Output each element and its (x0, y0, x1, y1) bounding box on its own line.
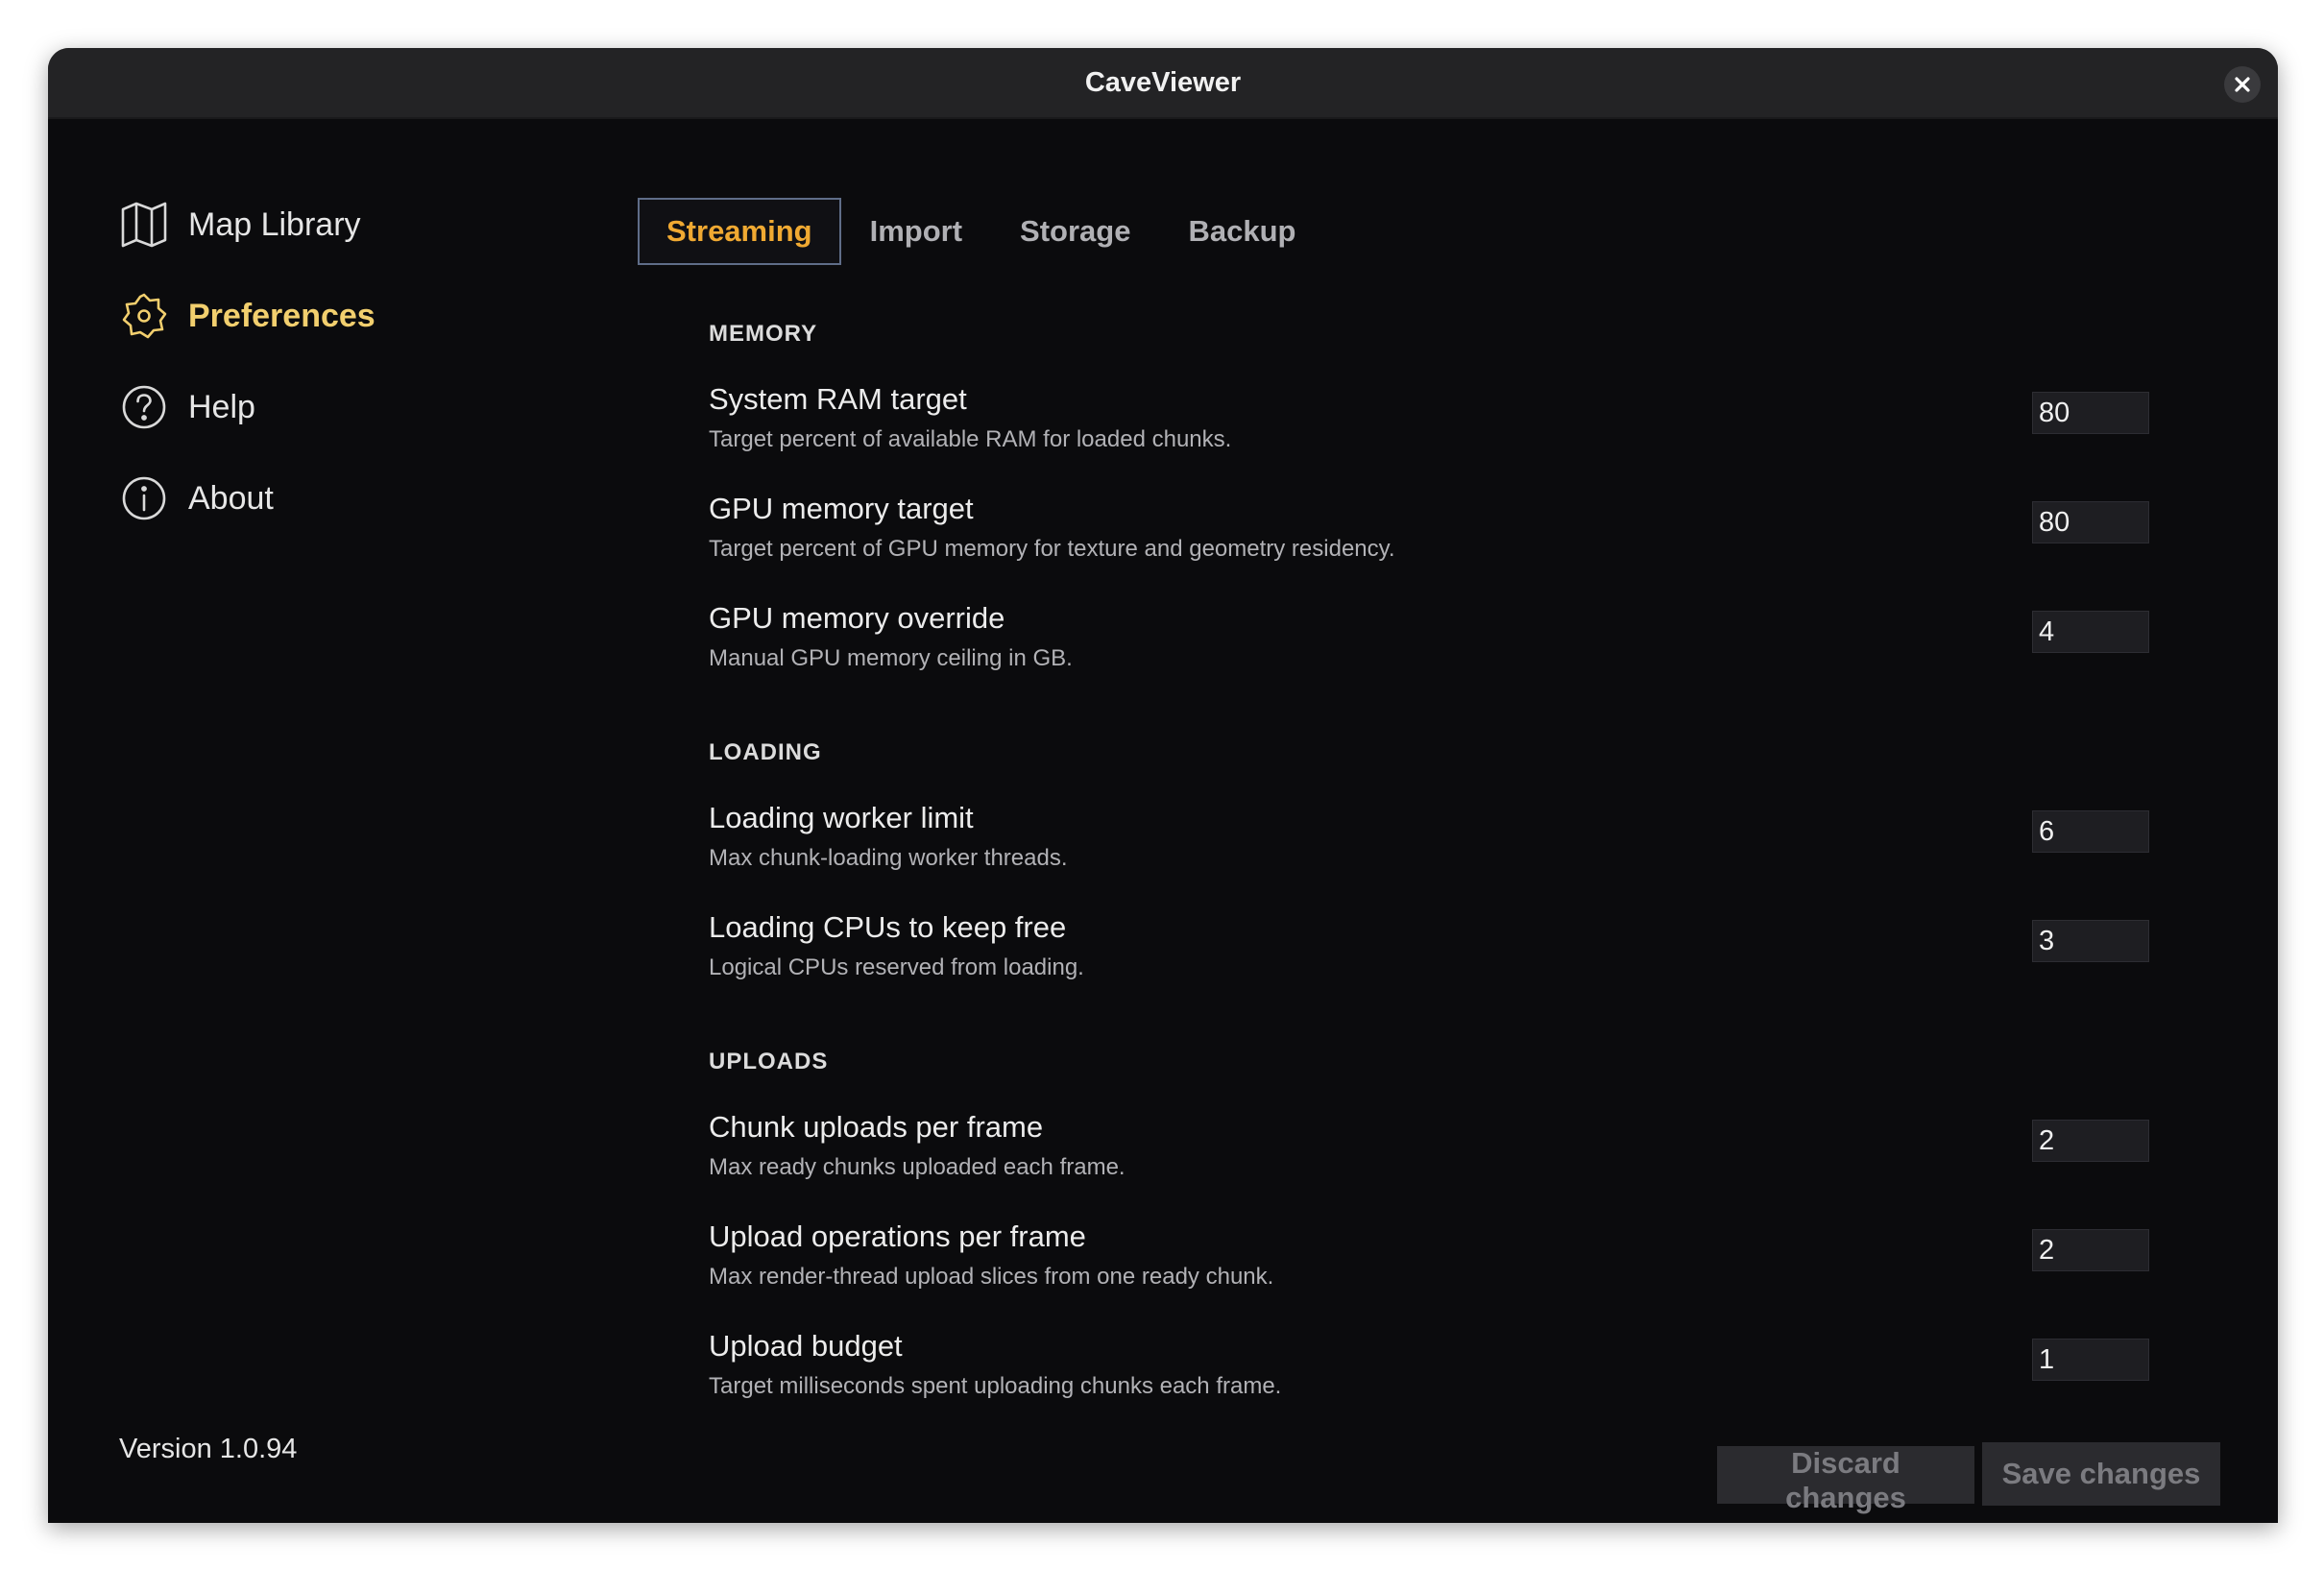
version-label: Version 1.0.94 (119, 1434, 298, 1464)
close-icon (2235, 77, 2250, 92)
setting-label: GPU memory target (709, 492, 974, 525)
sidebar-item-about[interactable]: About (119, 470, 274, 527)
setting-label: Upload operations per frame (709, 1219, 1086, 1253)
tab-bar: Streaming Import Storage Backup (638, 198, 1324, 265)
setting-description: Target percent of available RAM for load… (709, 426, 1232, 452)
setting-description: Target percent of GPU memory for texture… (709, 536, 1395, 562)
gear-icon (119, 291, 169, 341)
setting-label: GPU memory override (709, 601, 1005, 635)
tab-backup[interactable]: Backup (1159, 198, 1324, 265)
sidebar-item-label: About (188, 479, 274, 517)
setting-description: Max chunk-loading worker threads. (709, 845, 1068, 871)
setting-chunk-uploads-per-frame: Chunk uploads per frame Max ready chunks… (709, 1110, 2149, 1196)
section-title-loading: LOADING (709, 739, 822, 765)
sidebar-item-label: Map Library (188, 205, 361, 243)
tab-storage[interactable]: Storage (991, 198, 1159, 265)
tab-streaming[interactable]: Streaming (638, 198, 841, 265)
setting-system-ram-target: System RAM target Target percent of avai… (709, 382, 2149, 469)
loading-worker-limit-input[interactable] (2032, 810, 2149, 853)
setting-description: Logical CPUs reserved from loading. (709, 954, 1084, 980)
title-bar: CaveViewer (48, 48, 2278, 119)
close-button[interactable] (2224, 66, 2261, 103)
info-circle-icon (119, 473, 169, 523)
help-circle-icon (119, 382, 169, 432)
upload-budget-input[interactable] (2032, 1339, 2149, 1381)
sidebar-item-help[interactable]: Help (119, 378, 255, 436)
loading-cpus-free-input[interactable] (2032, 920, 2149, 962)
setting-loading-cpus-free: Loading CPUs to keep free Logical CPUs r… (709, 910, 2149, 997)
upload-operations-per-frame-input[interactable] (2032, 1229, 2149, 1271)
setting-description: Max render-thread upload slices from one… (709, 1264, 1274, 1290)
section-title-uploads: UPLOADS (709, 1049, 829, 1074)
map-icon (119, 200, 169, 250)
chunk-uploads-per-frame-input[interactable] (2032, 1120, 2149, 1162)
preferences-panel: Streaming Import Storage Backup MEMORY S… (624, 119, 2278, 1523)
setting-gpu-memory-target: GPU memory target Target percent of GPU … (709, 492, 2149, 578)
setting-label: System RAM target (709, 382, 967, 416)
sidebar: Map Library Preferences Help About Versi… (48, 119, 624, 1523)
setting-description: Target milliseconds spent uploading chun… (709, 1373, 1282, 1399)
sidebar-item-label: Help (188, 388, 255, 425)
gpu-memory-target-input[interactable] (2032, 501, 2149, 543)
tab-import[interactable]: Import (841, 198, 991, 265)
window-title: CaveViewer (1084, 66, 1242, 98)
setting-label: Upload budget (709, 1329, 903, 1363)
setting-description: Max ready chunks uploaded each frame. (709, 1154, 1126, 1180)
setting-loading-worker-limit: Loading worker limit Max chunk-loading w… (709, 801, 2149, 887)
gpu-memory-override-input[interactable] (2032, 611, 2149, 653)
discard-changes-button[interactable]: Discard changes (1717, 1446, 1974, 1514)
setting-label: Loading worker limit (709, 801, 974, 834)
sidebar-item-label: Preferences (188, 297, 375, 334)
save-changes-button[interactable]: Save changes (1982, 1442, 2220, 1506)
setting-upload-operations-per-frame: Upload operations per frame Max render-t… (709, 1219, 2149, 1306)
app-window: CaveViewer Map Library Preferences Help … (48, 48, 2278, 1523)
setting-upload-budget: Upload budget Target milliseconds spent … (709, 1329, 2149, 1415)
section-title-memory: MEMORY (709, 321, 818, 347)
setting-label: Loading CPUs to keep free (709, 910, 1067, 944)
setting-description: Manual GPU memory ceiling in GB. (709, 645, 1073, 671)
system-ram-target-input[interactable] (2032, 392, 2149, 434)
sidebar-item-preferences[interactable]: Preferences (119, 287, 375, 345)
sidebar-item-map-library[interactable]: Map Library (119, 196, 361, 253)
setting-gpu-memory-override: GPU memory override Manual GPU memory ce… (709, 601, 2149, 688)
setting-label: Chunk uploads per frame (709, 1110, 1044, 1144)
